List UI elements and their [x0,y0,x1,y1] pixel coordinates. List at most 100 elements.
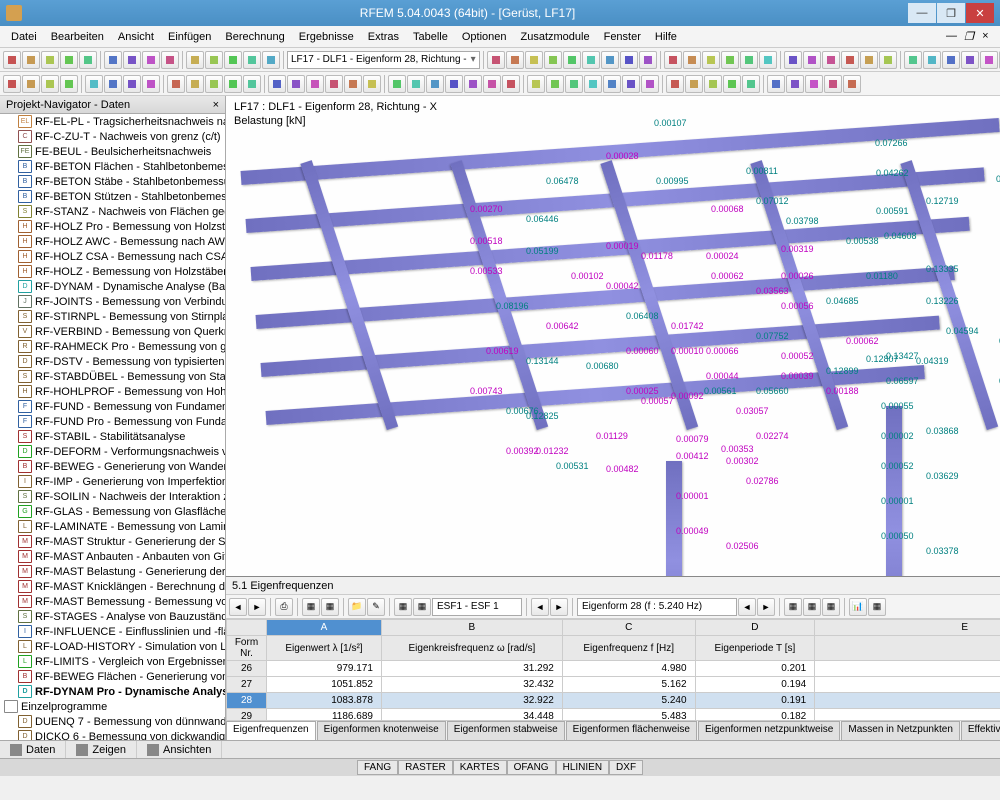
tree-item[interactable]: BRF-BEWEG Flächen - Generierung von Wanc [0,669,225,684]
toolbar-button[interactable] [942,51,960,69]
nav-tab-zeigen[interactable]: Zeigen [66,741,137,758]
loadcase-combo[interactable]: LF17 - DLF1 - Eigenform 28, Richtung - [287,51,480,69]
results-toolbar-button[interactable]: ◄ [738,598,756,616]
menu-bearbeiten[interactable]: Bearbeiten [44,29,111,45]
toolbar-button[interactable] [306,75,324,93]
toolbar-button[interactable] [186,75,204,93]
toolbar-button[interactable] [841,51,859,69]
tree-item[interactable]: LRF-LOAD-HISTORY - Simulation von Lastge [0,639,225,654]
toolbar-button[interactable] [445,75,463,93]
menu-extras[interactable]: Extras [361,29,406,45]
tree-item[interactable]: DRF-DYNAM Pro - Dynamische Analyse [0,684,225,699]
nav-tab-daten[interactable]: Daten [0,741,66,758]
toolbar-button[interactable] [704,75,722,93]
toolbar-button[interactable] [767,75,785,93]
tree-item[interactable]: MRF-MAST Anbauten - Anbauten von Gitterm [0,549,225,564]
results-tab[interactable]: Effektive Modalmassenfaktoren [961,721,1000,740]
tree-item[interactable]: HRF-HOLZ Pro - Bemessung von Holzstäben [0,219,225,234]
tree-item[interactable]: SRF-STIRNPL - Bemessung von Stirnplatten… [0,309,225,324]
toolbar-button[interactable] [205,75,223,93]
toolbar-button[interactable] [527,75,545,93]
tree-item[interactable]: GRF-GLAS - Bemessung von Glasflächen [0,504,225,519]
tree-item[interactable]: CRF-C-ZU-T - Nachweis von grenz (c/t) [0,129,225,144]
navigator-tree[interactable]: ELRF-EL-PL - Tragsicherheitsnachweis nac… [0,114,225,740]
toolbar-button[interactable] [582,51,600,69]
tree-item[interactable]: FRF-FUND Pro - Bemessung von Fundamente [0,414,225,429]
results-toolbar-button[interactable]: ▦ [784,598,802,616]
model-viewport[interactable]: LF17 : DLF1 - Eigenform 28, Richtung - X… [226,96,1000,576]
tree-item[interactable]: HRF-HOLZ AWC - Bemessung nach AWC (LR [0,234,225,249]
mdi-max-icon[interactable]: ❐ [964,30,978,44]
minimize-button[interactable]: — [908,3,936,23]
table-row[interactable]: 281083.87832.9225.2400.191 [227,693,1000,709]
menu-berechnung[interactable]: Berechnung [218,29,291,45]
toolbar-button[interactable] [483,75,501,93]
tree-item[interactable]: FRF-FUND - Bemessung von Fundamenten [0,399,225,414]
toolbar-button[interactable] [824,75,842,93]
tree-item[interactable]: MRF-MAST Struktur - Generierung der Stru… [0,534,225,549]
tree-item[interactable]: DRF-DSTV - Bemessung von typisierten I-T… [0,354,225,369]
tree-item[interactable]: BRF-BEWEG - Generierung von Wanderlasten [0,459,225,474]
menu-datei[interactable]: Datei [4,29,44,45]
results-tab[interactable]: Eigenformen stabweise [447,721,565,740]
tree-item[interactable]: ELRF-EL-PL - Tragsicherheitsnachweis nac… [0,114,225,129]
nav-tab-ansichten[interactable]: Ansichten [137,741,222,758]
toolbar-button[interactable] [123,51,141,69]
toolbar-button[interactable] [601,51,619,69]
results-toolbar-button[interactable]: ▦ [394,598,412,616]
menu-fenster[interactable]: Fenster [597,29,648,45]
toolbar-button[interactable] [167,75,185,93]
toolbar-button[interactable] [904,51,922,69]
eigenform-combo[interactable]: Eigenform 28 (f : 5.240 Hz) [577,598,737,616]
toolbar-button[interactable] [142,75,160,93]
status-toggle-kartes[interactable]: KARTES [453,760,507,775]
toolbar-button[interactable] [740,51,758,69]
tree-item[interactable]: JRF-JOINTS - Bemessung von Verbindungen [0,294,225,309]
toolbar-button[interactable] [805,75,823,93]
toolbar-button[interactable] [407,75,425,93]
table-row[interactable]: 271051.85232.4325.1620.194 [227,677,1000,693]
results-toolbar-button[interactable]: ▦ [413,598,431,616]
toolbar-button[interactable] [784,51,802,69]
toolbar-button[interactable] [3,75,21,93]
table-row[interactable]: 291186.68934.4485.4830.182 [227,709,1000,721]
mdi-close-icon[interactable]: × [982,30,996,44]
toolbar-button[interactable] [879,51,897,69]
toolbar-button[interactable] [664,51,682,69]
toolbar-button[interactable] [759,51,777,69]
toolbar-button[interactable] [104,51,122,69]
results-toolbar-button[interactable]: ✎ [367,598,385,616]
toolbar-button[interactable] [603,75,621,93]
toolbar-button[interactable] [565,75,583,93]
tree-item[interactable]: DRF-DYNAM - Dynamische Analyse (Basis, Z… [0,279,225,294]
tree-item[interactable]: RRF-RAHMECK Pro - Bemessung von geschra [0,339,225,354]
tree-item[interactable]: DDICKQ 6 - Bemessung von dickwandigen Qu [0,729,225,740]
tree-item[interactable]: DDUENQ 7 - Bemessung von dünnwandigen [0,714,225,729]
toolbar-button[interactable] [41,75,59,93]
toolbar-button[interactable] [683,51,701,69]
toolbar-button[interactable] [639,51,657,69]
results-tab[interactable]: Eigenformen knotenweise [317,721,446,740]
toolbar-button[interactable] [3,51,21,69]
tree-item[interactable]: BRF-BETON Flächen - Stahlbetonbemessung [0,159,225,174]
tree-item[interactable]: HRF-HOLZ - Bemessung von Holzstäben [0,264,225,279]
tree-item[interactable]: VRF-VERBIND - Bemessung von Querkraftans [0,324,225,339]
toolbar-button[interactable] [243,51,261,69]
toolbar-button[interactable] [721,51,739,69]
toolbar-button[interactable] [685,75,703,93]
toolbar-button[interactable] [224,75,242,93]
tree-item[interactable]: SRF-STANZ - Nachweis von Flächen gegen D [0,204,225,219]
tree-item[interactable]: SRF-STAGES - Analyse von Bauzuständen [0,609,225,624]
toolbar-button[interactable] [325,75,343,93]
toolbar-button[interactable] [426,75,444,93]
results-toolbar-button[interactable]: ▦ [302,598,320,616]
toolbar-button[interactable] [786,75,804,93]
tree-item[interactable]: SRF-STABIL - Stabilitätsanalyse [0,429,225,444]
toolbar-button[interactable] [464,75,482,93]
toolbar-button[interactable] [843,75,861,93]
toolbar-button[interactable] [622,75,640,93]
status-toggle-dxf[interactable]: DXF [609,760,643,775]
tree-item[interactable]: FEFE-BEUL - Beulsicherheitsnachweis [0,144,225,159]
toolbar-button[interactable] [961,51,979,69]
results-toolbar-button[interactable]: ▦ [868,598,886,616]
